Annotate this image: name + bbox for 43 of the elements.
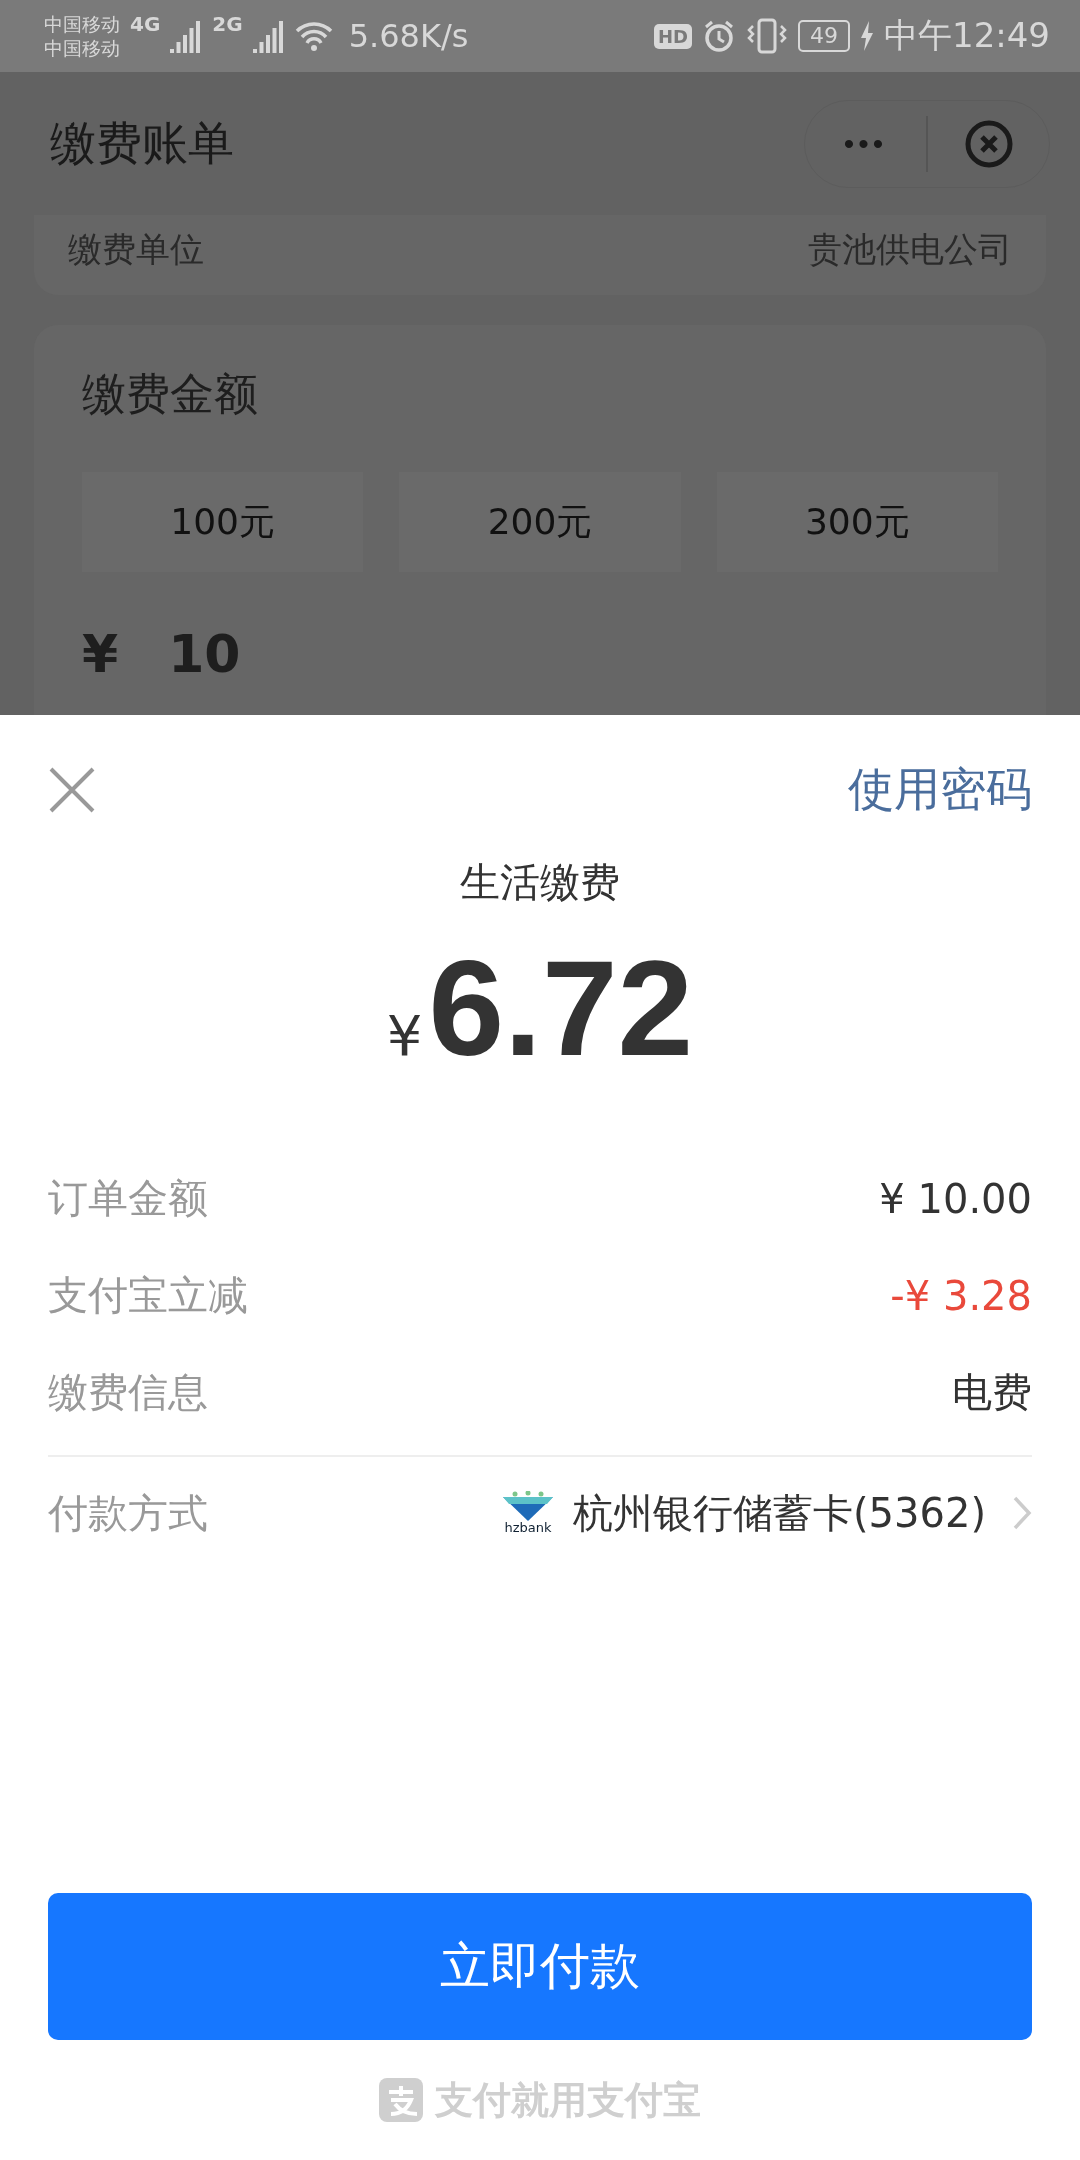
carrier-name: 中国移动 [44,36,120,60]
pay-now-button[interactable]: 立即付款 [48,1893,1032,2040]
hd-badge: HD [654,23,692,49]
detail-value: -¥ 3.28 [890,1272,1032,1319]
detail-label: 支付宝立减 [48,1271,248,1320]
detail-value: 电费 [952,1368,1032,1417]
detail-value: ¥ 10.00 [879,1175,1032,1222]
amount-option[interactable]: 300元 [716,472,998,572]
amount-option[interactable]: 200元 [399,472,681,572]
network-type: 2G [212,12,243,36]
amount-input[interactable]: 10 [168,624,241,684]
detail-label: 缴费信息 [48,1368,208,1417]
use-password-link[interactable]: 使用密码 [848,759,1032,821]
more-button[interactable]: ••• [805,100,926,187]
wifi-icon [294,21,333,51]
vibrate-icon [746,18,788,54]
battery-level: 49 [798,20,850,52]
close-icon [963,118,1014,169]
unit-label: 缴费单位 [68,228,204,271]
detail-label: 付款方式 [48,1488,208,1538]
network-speed: 5.68K/s [348,17,469,55]
detail-label: 订单金额 [48,1174,208,1223]
section-title: 缴费金额 [82,367,259,421]
amount-option[interactable]: 100元 [82,472,364,572]
chevron-right-icon [1012,1495,1032,1531]
clock-time: 中午12:49 [884,14,1050,57]
alipay-logo-icon [379,2078,423,2122]
network-type: 4G [130,12,161,36]
charging-icon [860,21,874,51]
signal-icon [252,19,285,53]
currency-sign: ¥ [82,624,119,684]
unit-value: 贵池供电公司 [808,228,1012,271]
close-icon[interactable] [48,766,96,814]
bank-logo-icon [501,1491,555,1521]
payment-amount: 6.72 [428,931,694,1086]
alarm-icon [702,19,736,53]
bank-logo-text: hzbank [504,1521,552,1535]
bank-account[interactable]: 杭州银行储蓄卡(5362) [573,1485,986,1541]
payment-title: 生活缴费 [459,858,621,907]
page-title: 缴费账单 [50,114,235,172]
currency-sign: ¥ [386,1003,423,1068]
carrier-name: 中国移动 [44,12,120,36]
signal-icon [170,19,203,53]
